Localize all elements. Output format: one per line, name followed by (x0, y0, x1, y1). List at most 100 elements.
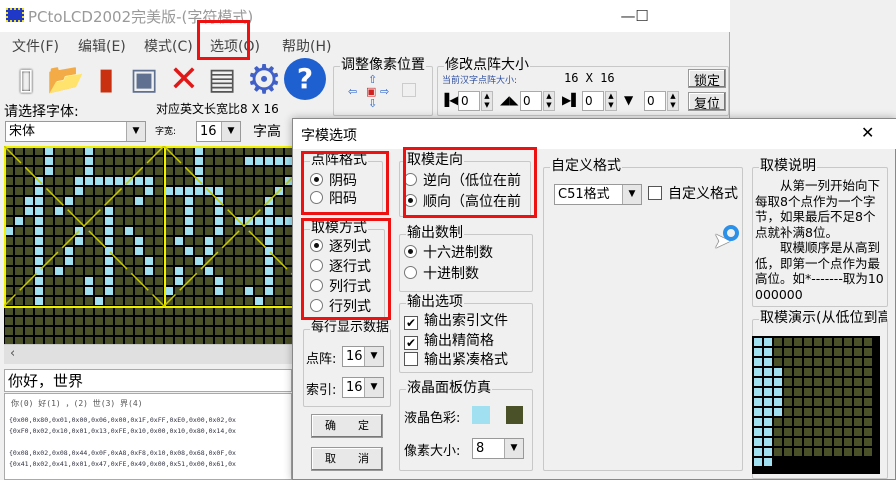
menu-mode[interactable]: 模式(C) (144, 36, 193, 56)
lcd-sim-label: 液晶面板仿真 (406, 380, 492, 396)
chevron-down-icon: ▼ (622, 185, 641, 204)
dot-matrix-editor[interactable] (4, 146, 296, 344)
demo-pixel (824, 408, 832, 416)
bottom-spin-input[interactable]: 0 (644, 91, 666, 111)
per-line-group: 每行显示数据 点阵: 16 ▼ 索引: 16 ▼ (303, 320, 391, 407)
demo-pixel (774, 448, 782, 456)
new-icon[interactable]: ▯ (6, 60, 46, 100)
right-spin-buttons[interactable]: ▲ ▼ (605, 91, 617, 111)
radio-hex[interactable]: 十六进制数 (404, 244, 493, 262)
delete-icon[interactable]: ✕ (164, 60, 204, 100)
demo-pixel (844, 348, 852, 356)
demo-pixel (764, 418, 772, 426)
demo-pixel (824, 398, 832, 406)
disk-restore-icon[interactable]: ▣ (124, 60, 164, 100)
dot-count-value: 16 (346, 349, 363, 364)
checkbox-compact[interactable]: ✔ 输出精简格 (404, 332, 494, 350)
demo-pixel (794, 408, 802, 416)
demo-pixel (834, 418, 842, 426)
reset-button[interactable]: 复位 (688, 92, 726, 112)
menu-file[interactable]: 文件(F) (12, 36, 59, 56)
ok-button[interactable]: 确 定 (311, 414, 383, 438)
radio-decimal[interactable]: 十进制数 (404, 265, 479, 283)
top-spin-buttons[interactable]: ▲ ▼ (543, 91, 555, 111)
demo-pixel (864, 428, 872, 436)
right-spin-input[interactable]: 0 (582, 91, 604, 111)
matrix-size-group: 修改点阵大小 当前汉字点阵大小: 16 X 16 锁定 复位 ▐◀ 0 ▲ ▼ ◢… (437, 57, 729, 116)
demo-pixel (844, 438, 852, 446)
font-select[interactable]: 宋体 ▼ (5, 121, 146, 142)
open-icon[interactable]: 📂 (46, 60, 86, 100)
menu-edit[interactable]: 编辑(E) (78, 36, 126, 56)
gear-icon[interactable]: ⚙ (244, 60, 284, 100)
demo-pixel (834, 378, 842, 386)
arrow-right-icon[interactable]: ⇨ (380, 85, 389, 98)
demo-pixel (764, 388, 772, 396)
output-options-group: 输出选项 ✔ 输出索引文件 ✔ 输出精简格 输出紧凑格式 (399, 294, 533, 373)
demo-pixel (764, 358, 772, 366)
width-label: 字宽: (155, 127, 177, 137)
demo-pixel (754, 368, 762, 376)
demo-pixel (824, 348, 832, 356)
demo-pixel (794, 338, 802, 346)
demo-pixel (854, 418, 862, 426)
output-area[interactable]: 你(0) 好(1) ，(2) 世(3) 界(4) {0x00,0x80,0x01… (4, 393, 292, 480)
document-icon[interactable]: ▤ (202, 60, 242, 100)
chevron-down-icon: ▼ (221, 122, 240, 141)
chevron-down-icon: ▼ (126, 122, 145, 141)
demo-pixel (824, 368, 832, 376)
demo-pixel (784, 438, 792, 446)
help-icon[interactable]: ? (284, 58, 326, 100)
save-icon[interactable]: ▮ (86, 60, 126, 100)
bottom-spin-buttons[interactable]: ▲ ▼ (667, 91, 679, 111)
format-select[interactable]: C51格式 ▼ (554, 184, 642, 205)
close-icon[interactable]: ✕ (861, 123, 874, 142)
demo-pixel (804, 378, 812, 386)
demo-pixel (814, 338, 822, 346)
checkbox-index-file[interactable]: ✔ 输出索引文件 (404, 312, 508, 330)
dot-count-select[interactable]: 16 ▼ (342, 346, 384, 367)
menu-help[interactable]: 帮助(H) (282, 36, 331, 56)
pixel-adjust-label: 调整像素位置 (340, 57, 426, 73)
demo-pixel (804, 368, 812, 376)
demo-pixel (824, 438, 832, 446)
demo-pixel (854, 408, 862, 416)
demo-pixel (754, 438, 762, 446)
demo-pixel (774, 408, 782, 416)
demo-pixel (814, 398, 822, 406)
demo-pixel (784, 348, 792, 356)
cancel-button[interactable]: 取 消 (311, 447, 383, 471)
demo-pixel (754, 408, 762, 416)
demo-pixel (774, 338, 782, 346)
left-spin-input[interactable]: 0 (458, 91, 480, 111)
demo-pixel (834, 338, 842, 346)
horizontal-scrollbar[interactable]: ‹ (4, 344, 292, 364)
lcd-off-color-swatch[interactable] (506, 406, 523, 424)
index-count-select[interactable]: 16 ▼ (342, 377, 384, 398)
arrow-down-icon[interactable]: ⇩ (368, 97, 377, 110)
highlight-box (403, 147, 537, 218)
arrow-left-icon[interactable]: ⇦ (348, 85, 357, 98)
text-input[interactable]: 你好，世界 (4, 369, 292, 392)
lcd-on-color-swatch[interactable] (472, 406, 490, 424)
checkbox-tight[interactable]: 输出紧凑格式 (404, 351, 530, 369)
demo-pixel (814, 358, 822, 366)
scroll-left-icon[interactable]: ‹ (10, 346, 15, 361)
per-line-label: 每行显示数据 (310, 320, 390, 336)
width-select[interactable]: 16 ▼ (196, 121, 241, 142)
left-spin-buttons[interactable]: ▲ ▼ (481, 91, 493, 111)
demo-pixel (814, 428, 822, 436)
pixel-size-select[interactable]: 8 ▼ (472, 438, 524, 459)
demo-pixel (804, 408, 812, 416)
demo-pixel (844, 338, 852, 346)
dialog-title: 字模选项 (301, 128, 357, 144)
checkbox-custom-format[interactable]: 自定义格式 (648, 185, 742, 203)
dialog-title-bar: 字模选项 ✕ (293, 119, 896, 149)
lock-button[interactable]: 锁定 (688, 69, 726, 89)
top-spin-input[interactable]: 0 (520, 91, 542, 111)
demo-pixel (794, 398, 802, 406)
demo-pixel (824, 418, 832, 426)
demo-pixel (834, 428, 842, 436)
maximize-button[interactable]: ☐ (622, 4, 662, 28)
demo-pixel (794, 368, 802, 376)
